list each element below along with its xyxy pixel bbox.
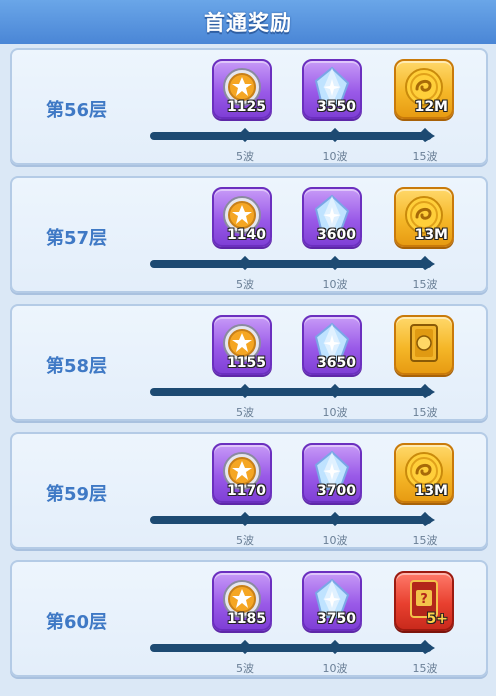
wave-label: 5波: [236, 534, 254, 547]
reward-card: 第56层 1125 3550 12M 5波 10波 15波: [10, 48, 488, 165]
reward-count: 3600: [317, 227, 356, 243]
wave-label: 10波: [322, 662, 348, 675]
wave-label: 5波: [236, 662, 254, 675]
header-bar: 首通奖励: [0, 0, 496, 46]
reward-count: 1125: [227, 99, 266, 115]
reward-badge: 5+: [426, 611, 448, 627]
wave-label: 15波: [412, 278, 438, 291]
wave-progress-track: [150, 132, 432, 140]
reward-item[interactable]: 13M: [394, 443, 454, 503]
reward-item[interactable]: ? 5+: [394, 571, 454, 631]
reward-count: 3750: [317, 611, 356, 627]
wave-label: 5波: [236, 406, 254, 419]
reward-count: 12M: [414, 99, 448, 115]
reward-item[interactable]: 3700: [302, 443, 362, 503]
wave-progress-track: [150, 644, 432, 652]
reward-count: 13M: [414, 227, 448, 243]
reward-item[interactable]: 1185: [212, 571, 272, 631]
wave-label: 5波: [236, 150, 254, 163]
floor-label: 第57层: [46, 228, 108, 249]
wave-progress-track: [150, 516, 432, 524]
reward-count: 1140: [227, 227, 266, 243]
reward-item[interactable]: 12M: [394, 59, 454, 119]
wave-label: 10波: [322, 150, 348, 163]
reward-item[interactable]: [394, 315, 454, 375]
wave-progress-track: [150, 388, 432, 396]
reward-count: 3650: [317, 355, 356, 371]
reward-item[interactable]: 3600: [302, 187, 362, 247]
wave-progress-track: [150, 260, 432, 268]
reward-card: 第57层 1140 3600 13M 5波 10波 15波: [10, 176, 488, 293]
floor-label: 第58层: [46, 356, 108, 377]
svg-text:?: ?: [420, 592, 428, 607]
floor-label: 第56层: [46, 100, 108, 121]
reward-item[interactable]: 13M: [394, 187, 454, 247]
wave-label: 5波: [236, 278, 254, 291]
wave-label: 15波: [412, 406, 438, 419]
wave-label: 10波: [322, 534, 348, 547]
reward-item[interactable]: 1170: [212, 443, 272, 503]
reward-count: 3550: [317, 99, 356, 115]
page-title: 首通奖励: [204, 11, 292, 35]
reward-item[interactable]: 3550: [302, 59, 362, 119]
reward-item[interactable]: 1140: [212, 187, 272, 247]
reward-list: 第56层 1125 3550 12M 5波 10波 15波 第57层 1140 3600 13M 5波…: [0, 44, 496, 696]
reward-item[interactable]: 3650: [302, 315, 362, 375]
wave-label: 15波: [412, 150, 438, 163]
floor-label: 第59层: [46, 484, 108, 505]
reward-item[interactable]: 3750: [302, 571, 362, 631]
gold-card-icon: [410, 324, 438, 362]
reward-item[interactable]: 1155: [212, 315, 272, 375]
reward-card: 第58层 1155 3650 5波 10波 15波: [10, 304, 488, 421]
reward-count: 1155: [227, 355, 266, 371]
floor-label: 第60层: [46, 612, 108, 633]
wave-label: 15波: [412, 662, 438, 675]
wave-label: 10波: [322, 278, 348, 291]
reward-count: 3700: [317, 483, 356, 499]
wave-label: 10波: [322, 406, 348, 419]
reward-item[interactable]: 1125: [212, 59, 272, 119]
reward-count: 13M: [414, 483, 448, 499]
wave-label: 15波: [412, 534, 438, 547]
reward-count: 1185: [227, 611, 266, 627]
reward-count: 1170: [227, 483, 266, 499]
reward-card: 第60层 1185 3750? 5+ 5波 10波 15波: [10, 560, 488, 677]
reward-card: 第59层 1170 3700 13M 5波 10波 15波: [10, 432, 488, 549]
